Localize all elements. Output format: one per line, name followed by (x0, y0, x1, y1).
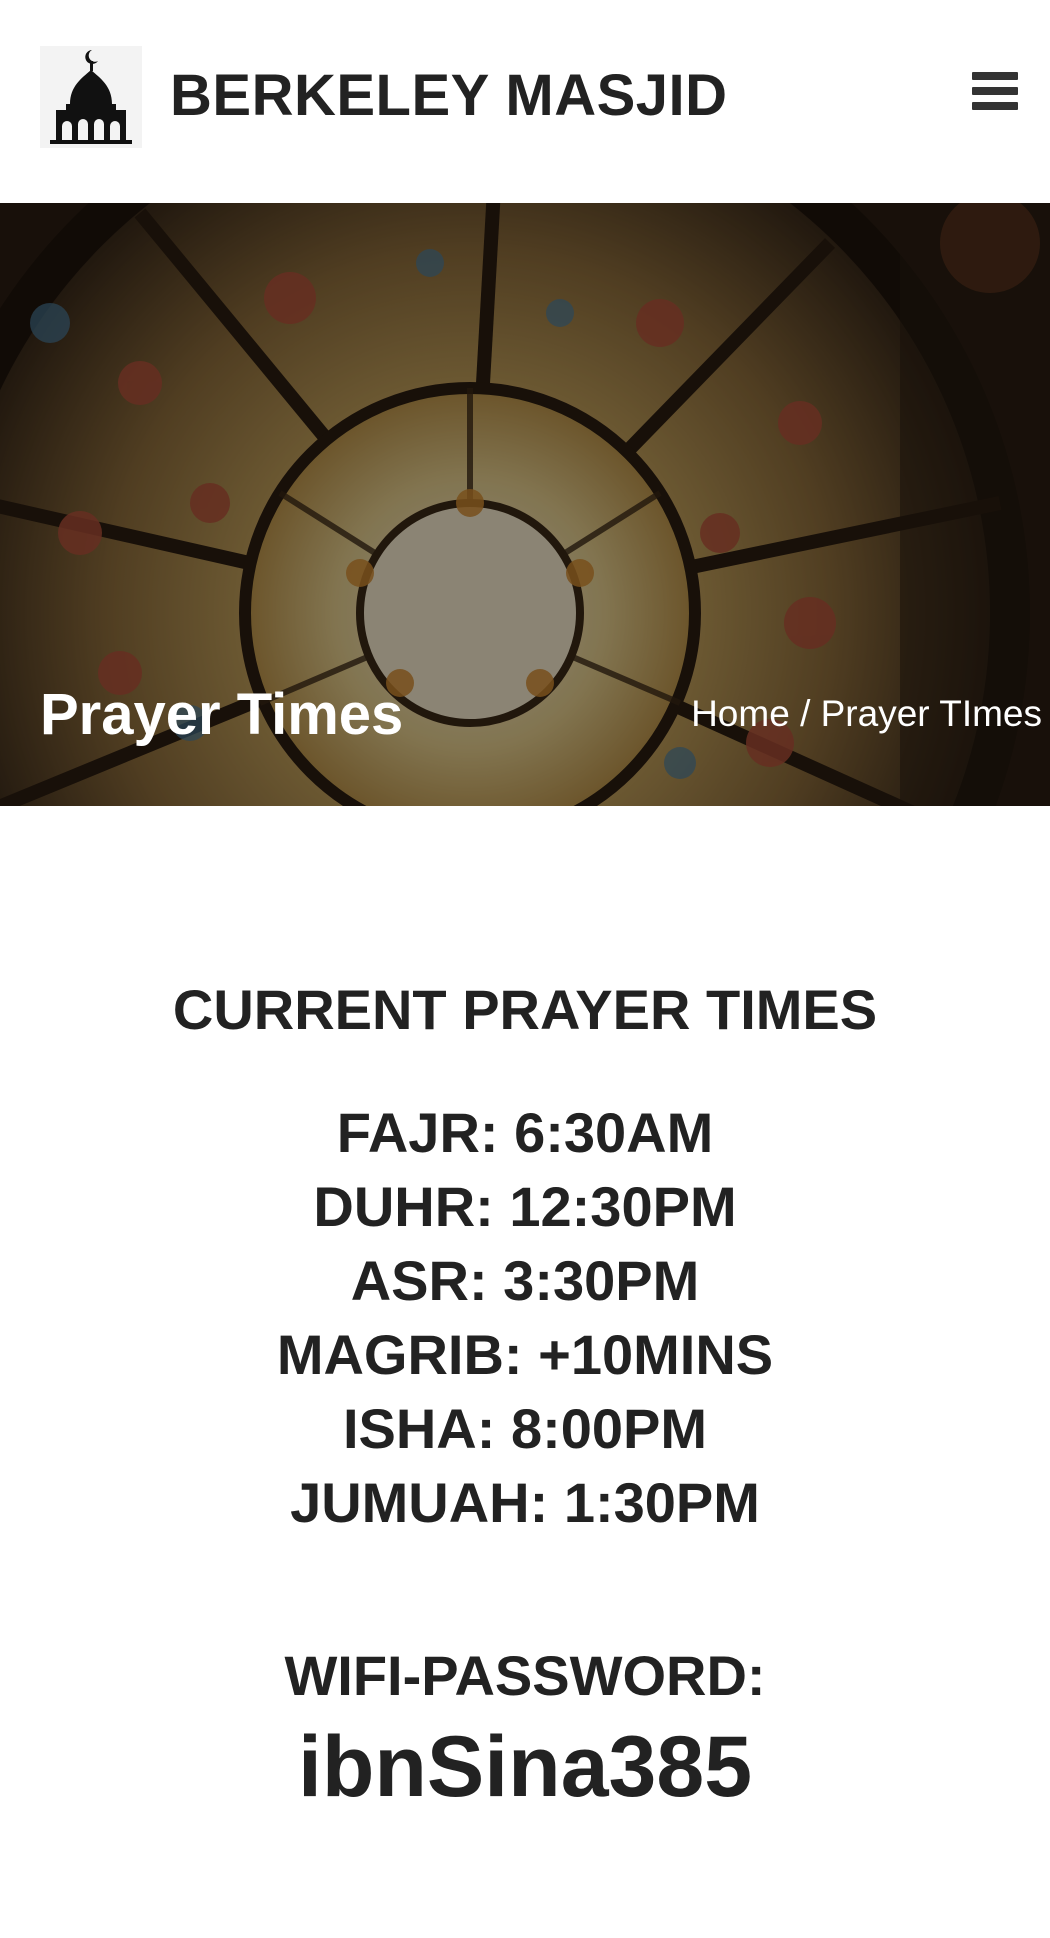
breadcrumb-separator: / (800, 693, 811, 734)
prayer-time-isha: ISHA: 8:00PM (342, 1397, 708, 1460)
wifi-password-label: WIFI-PASSWORD: (284, 1644, 766, 1707)
breadcrumb-home-link[interactable]: Home (691, 693, 790, 734)
page-title: Prayer Times (40, 682, 404, 747)
site-header: BERKELEY MASJID (0, 0, 1050, 203)
prayer-time-asr: ASR: 3:30PM (350, 1249, 700, 1312)
prayer-time-duhr: DUHR: 12:30PM (313, 1175, 737, 1238)
section-heading: CURRENT PRAYER TIMES (172, 978, 878, 1041)
wifi-password-value: ibnSina385 (297, 1719, 753, 1815)
hamburger-menu-icon[interactable] (972, 72, 1018, 114)
breadcrumb-current: Prayer TImes (820, 693, 1042, 734)
prayer-time-magrib: MAGRIB: +10MINS (276, 1323, 774, 1386)
mosque-icon[interactable] (40, 46, 142, 148)
site-name[interactable]: BERKELEY MASJID (170, 62, 728, 129)
prayer-time-fajr: FAJR: 6:30AM (336, 1101, 714, 1164)
prayer-time-jumuah: JUMUAH: 1:30PM (290, 1471, 760, 1534)
prayer-times-section: CURRENT PRAYER TIMES FAJR: 6:30AM DUHR: … (0, 806, 1050, 1822)
prayer-times-list: FAJR: 6:30AM DUHR: 12:30PM ASR: 3:30PM M… (0, 1096, 1050, 1540)
breadcrumb: Home / Prayer TImes (691, 693, 1042, 735)
page-hero: Prayer Times Home / Prayer TImes (0, 203, 1050, 806)
